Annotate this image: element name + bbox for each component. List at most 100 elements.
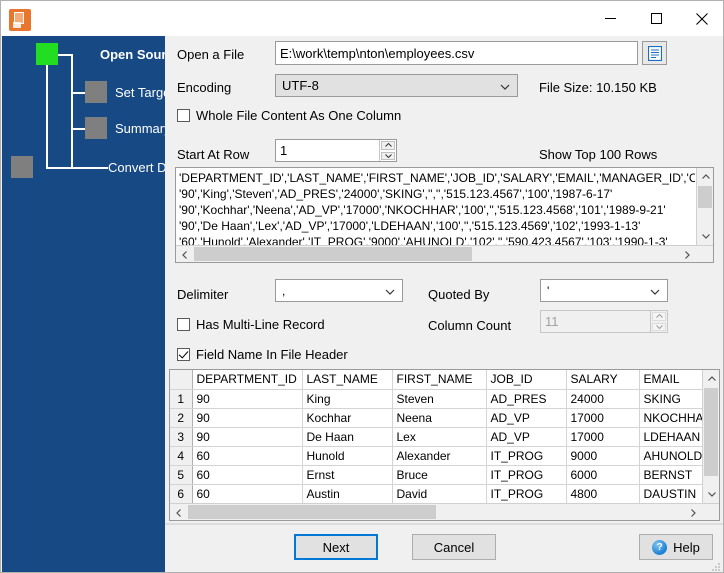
table-cell[interactable]: 17000 [566, 408, 640, 428]
table-row[interactable]: 3 90 De Haan Lex AD_VP 17000 LDEHAAN [170, 427, 702, 447]
column-header[interactable]: JOB_ID [486, 370, 567, 390]
multiline-record-checkbox[interactable]: Has Multi-Line Record [177, 317, 325, 332]
column-header[interactable]: DEPARTMENT_ID [192, 370, 303, 390]
table-cell[interactable]: DAUSTIN [639, 484, 702, 503]
table-cell[interactable]: AHUNOLD [639, 446, 702, 466]
table-cell[interactable]: Alexander [392, 446, 487, 466]
preview-horizontal-scrollbar[interactable] [176, 245, 713, 262]
preview-vertical-scrollbar[interactable] [696, 168, 713, 245]
scroll-thumb[interactable] [698, 186, 712, 208]
grid-horizontal-scrollbar[interactable] [170, 503, 719, 520]
cancel-button[interactable]: Cancel [412, 534, 496, 560]
table-cell[interactable]: De Haan [302, 427, 393, 447]
multiline-label: Has Multi-Line Record [196, 317, 325, 332]
table-cell[interactable]: LDEHAAN [639, 427, 702, 447]
maximize-icon[interactable] [633, 1, 679, 36]
scroll-right-icon[interactable] [679, 246, 696, 262]
table-cell[interactable]: 90 [192, 389, 303, 409]
table-cell[interactable]: 24000 [566, 389, 640, 409]
table-row[interactable]: 1 90 King Steven AD_PRES 24000 SKING [170, 389, 702, 409]
sidebar-item-summary[interactable]: Summary [85, 117, 171, 139]
table-cell[interactable]: King [302, 389, 393, 409]
title-bar [1, 1, 723, 36]
sidebar-item-convert-data[interactable]: Convert Data [11, 156, 185, 178]
table-row[interactable]: 5 60 Ernst Bruce IT_PROG 6000 BERNST [170, 465, 702, 485]
stepper-down-icon[interactable] [381, 151, 395, 160]
whole-file-one-column-checkbox[interactable]: Whole File Content As One Column [177, 108, 401, 123]
table-row[interactable]: 4 60 Hunold Alexander IT_PROG 9000 AHUNO… [170, 446, 702, 466]
table-header-row: DEPARTMENT_ID LAST_NAME FIRST_NAME JOB_I… [170, 370, 702, 390]
help-button[interactable]: ? Help [639, 534, 713, 560]
grid-vertical-scrollbar[interactable] [702, 370, 719, 503]
table-cell[interactable]: 60 [192, 484, 303, 503]
scroll-right-icon[interactable] [685, 504, 702, 520]
table-cell[interactable]: 6000 [566, 465, 640, 485]
next-button[interactable]: Next [294, 534, 378, 560]
browse-file-button[interactable] [642, 41, 667, 65]
column-header[interactable]: FIRST_NAME [392, 370, 487, 390]
table-cell[interactable]: Neena [392, 408, 487, 428]
scroll-thumb[interactable] [194, 247, 472, 261]
table-cell[interactable]: NKOCHHA [639, 408, 702, 428]
column-header[interactable]: SALARY [566, 370, 640, 390]
open-file-input[interactable] [275, 41, 638, 65]
data-preview-grid[interactable]: DEPARTMENT_ID LAST_NAME FIRST_NAME JOB_I… [169, 369, 720, 521]
scroll-thumb[interactable] [188, 505, 436, 519]
scroll-left-icon[interactable] [176, 246, 193, 262]
scroll-up-icon[interactable] [703, 370, 719, 387]
column-header[interactable]: EMAIL [639, 370, 702, 390]
table-cell[interactable]: AD_PRES [486, 389, 567, 409]
scroll-down-icon[interactable] [703, 486, 719, 503]
table-cell[interactable]: BERNST [639, 465, 702, 485]
table-cell[interactable]: 9000 [566, 446, 640, 466]
stepper-up-icon[interactable] [381, 141, 395, 150]
table-cell[interactable]: 90 [192, 427, 303, 447]
table-cell[interactable]: Ernst [302, 465, 393, 485]
checkbox-box [177, 348, 190, 361]
sidebar-item-open-source[interactable]: Open Source [36, 43, 181, 65]
table-cell[interactable]: Kochhar [302, 408, 393, 428]
table-cell[interactable]: 60 [192, 465, 303, 485]
preview-line: '90','Kochhar','Neena','AD_VP','17000','… [179, 203, 666, 217]
step-marker-set-target [85, 81, 107, 103]
start-at-row-stepper[interactable]: 1 [275, 139, 397, 162]
table-cell[interactable]: Hunold [302, 446, 393, 466]
table-row[interactable]: 6 60 Austin David IT_PROG 4800 DAUSTIN [170, 484, 702, 503]
file-content-preview[interactable]: 'DEPARTMENT_ID','LAST_NAME','FIRST_NAME'… [175, 167, 714, 263]
minimize-icon[interactable] [587, 1, 633, 36]
sidebar-item-set-target[interactable]: Set Target [85, 81, 174, 103]
table-cell[interactable]: AD_VP [486, 427, 567, 447]
table-cell[interactable]: SKING [639, 389, 702, 409]
resize-grip[interactable] [709, 559, 721, 571]
row-number: 6 [170, 484, 193, 503]
table-cell[interactable]: 90 [192, 408, 303, 428]
connector-line [71, 54, 73, 169]
encoding-select[interactable]: UTF-8 [275, 74, 518, 97]
table-cell[interactable]: IT_PROG [486, 465, 567, 485]
table-cell[interactable]: 4800 [566, 484, 640, 503]
checkbox-box [177, 109, 190, 122]
scroll-up-icon[interactable] [697, 168, 713, 185]
table-cell[interactable]: 60 [192, 446, 303, 466]
connector-line [71, 92, 85, 94]
table-cell[interactable]: IT_PROG [486, 446, 567, 466]
quoted-by-select[interactable]: ' [540, 279, 668, 302]
table-cell[interactable]: Steven [392, 389, 487, 409]
scroll-down-icon[interactable] [697, 228, 713, 245]
table-cell[interactable]: AD_VP [486, 408, 567, 428]
stepper-buttons[interactable] [379, 140, 396, 161]
delimiter-select[interactable]: , [275, 279, 403, 302]
scroll-thumb[interactable] [704, 388, 718, 476]
scroll-left-icon[interactable] [170, 504, 187, 520]
table-cell[interactable]: Bruce [392, 465, 487, 485]
table-cell[interactable]: IT_PROG [486, 484, 567, 503]
table-cell[interactable]: Lex [392, 427, 487, 447]
column-header[interactable]: LAST_NAME [302, 370, 393, 390]
table-row[interactable]: 2 90 Kochhar Neena AD_VP 17000 NKOCHHA [170, 408, 702, 428]
table-cell[interactable]: David [392, 484, 487, 503]
table-cell[interactable]: Austin [302, 484, 393, 503]
field-name-in-header-checkbox[interactable]: Field Name In File Header [177, 347, 348, 362]
help-button-label: Help [673, 539, 700, 555]
table-cell[interactable]: 17000 [566, 427, 640, 447]
close-icon[interactable] [679, 1, 723, 36]
